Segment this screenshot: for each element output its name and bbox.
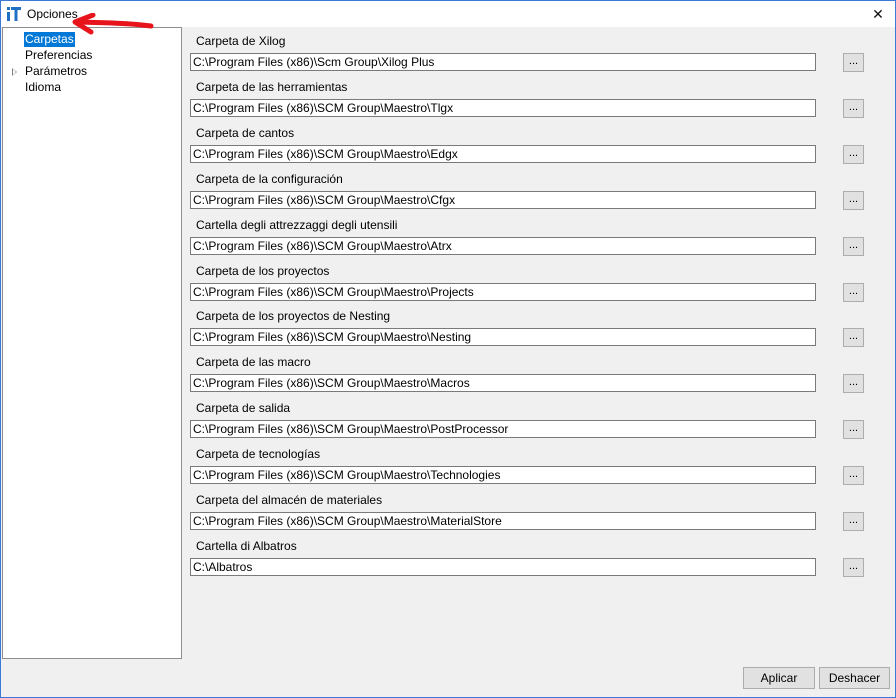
options-tree: Carpetas Preferencias Parámetros Idioma [2,27,182,659]
tree-item-preferencias[interactable]: Preferencias [24,48,93,63]
red-arrow-annotation [72,13,154,35]
folder-row: Carpeta de las herramientas ... [182,73,886,119]
folder-label: Carpeta de Xilog [196,34,286,48]
undo-button[interactable]: Deshacer [819,667,890,689]
browse-button[interactable]: ... [843,53,864,72]
folder-label: Carpeta de los proyectos [196,264,330,278]
tree-item-parametros[interactable]: Parámetros [24,64,88,79]
browse-button[interactable]: ... [843,191,864,210]
folder-label: Carpeta de cantos [196,126,295,140]
browse-button[interactable]: ... [843,99,864,118]
folder-path-input[interactable] [190,420,816,438]
apply-button[interactable]: Aplicar [743,667,815,689]
browse-button[interactable]: ... [843,512,864,531]
folder-label: Carpeta del almacén de materiales [196,493,383,507]
browse-button[interactable]: ... [843,328,864,347]
folder-row: Carpeta de Xilog ... [182,27,886,73]
folder-path-input[interactable] [190,512,816,530]
folder-row: Carpeta de salida ... [182,394,886,440]
folder-path-input[interactable] [190,328,816,346]
browse-button[interactable]: ... [843,466,864,485]
folder-path-input[interactable] [190,283,816,301]
browse-button[interactable]: ... [843,374,864,393]
folder-label: Carpeta de la configuración [196,172,343,186]
browse-button[interactable]: ... [843,237,864,256]
options-window: Opciones ✕ Carpetas Preferencias Parámet… [0,0,896,698]
folder-row: Cartella degli attrezzaggi degli utensil… [182,211,886,257]
folder-path-input[interactable] [190,99,816,117]
folder-path-input[interactable] [190,145,816,163]
folder-label: Carpeta de las macro [196,355,311,369]
browse-button[interactable]: ... [843,145,864,164]
browse-button[interactable]: ... [843,558,864,577]
folder-label: Cartella degli attrezzaggi degli utensil… [196,218,398,232]
folder-path-input[interactable] [190,53,816,71]
close-button[interactable]: ✕ [861,1,895,27]
browse-button[interactable]: ... [843,420,864,439]
folder-row: Carpeta del almacén de materiales ... [182,486,886,532]
folder-path-input[interactable] [190,374,816,392]
folder-row: Carpeta de la configuración ... [182,165,886,211]
folder-row: Carpeta de tecnologías ... [182,440,886,486]
folder-path-input[interactable] [190,237,816,255]
tree-item-idioma[interactable]: Idioma [24,80,62,95]
browse-button[interactable]: ... [843,283,864,302]
folder-row: Carpeta de los proyectos ... [182,257,886,303]
expand-triangle-icon[interactable] [12,68,17,76]
folder-path-input[interactable] [190,466,816,484]
folder-label: Carpeta de salida [196,401,291,415]
close-icon: ✕ [872,5,884,22]
folder-row: Carpeta de las macro ... [182,348,886,394]
vertical-scrollbar[interactable] [886,27,895,657]
folders-panel: Carpeta de Xilog ... Carpeta de las herr… [182,27,886,657]
folder-path-input[interactable] [190,191,816,209]
app-logo-icon [7,7,21,21]
folder-row: Cartella di Albatros ... [182,532,886,578]
folder-label: Carpeta de las herramientas [196,80,348,94]
folder-row: Carpeta de cantos ... [182,119,886,165]
folder-label: Carpeta de tecnologías [196,447,321,461]
folder-path-input[interactable] [190,558,816,576]
tree-item-carpetas[interactable]: Carpetas [24,32,75,47]
folder-row: Carpeta de los proyectos de Nesting ... [182,302,886,348]
folder-label: Cartella di Albatros [196,539,297,553]
folder-label: Carpeta de los proyectos de Nesting [196,309,391,323]
